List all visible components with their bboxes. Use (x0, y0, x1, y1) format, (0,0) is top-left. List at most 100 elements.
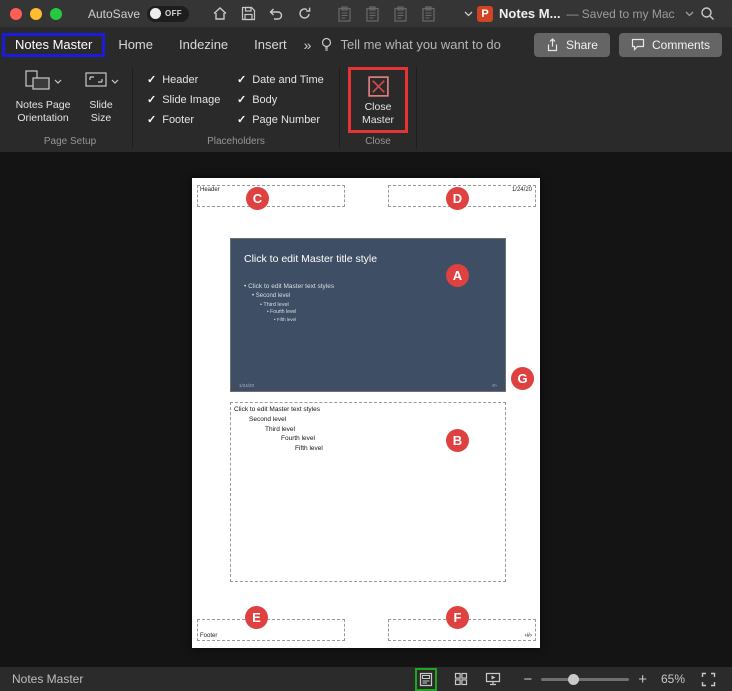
chevron-down-icon (111, 79, 119, 84)
powerpoint-icon: P (477, 6, 493, 22)
slide-bullet-level-5: Fifth level (274, 317, 334, 324)
tabs-right-buttons: Share Comments (534, 33, 722, 57)
tab-indezine[interactable]: Indezine (166, 31, 241, 58)
slide-number: ‹#› (492, 383, 498, 388)
annotation-circle-c: C (246, 187, 269, 210)
fit-to-window-button[interactable] (701, 672, 716, 687)
checkmark-icon: ✓ (147, 93, 156, 106)
checkbox-date-and-time[interactable]: ✓ Date and Time (237, 73, 333, 86)
autosave-toggle-state: OFF (165, 9, 182, 18)
undo-icon (268, 7, 284, 21)
home-button[interactable] (211, 5, 229, 23)
share-button[interactable]: Share (534, 33, 610, 57)
tab-home[interactable]: Home (105, 31, 166, 58)
paste-option-button-3[interactable] (391, 5, 409, 23)
search-button[interactable] (699, 5, 717, 23)
checkbox-footer[interactable]: ✓ Footer (147, 113, 237, 126)
page-number-text: ‹#› (525, 633, 532, 639)
autosave-label: AutoSave (88, 7, 140, 21)
tab-insert[interactable]: Insert (241, 31, 300, 58)
undo-button[interactable] (267, 5, 285, 23)
redo-button[interactable] (295, 5, 313, 23)
save-button[interactable] (239, 5, 257, 23)
minimize-window-button[interactable] (30, 8, 42, 20)
annotation-circle-a: A (446, 264, 469, 287)
checkbox-footer-label: Footer (162, 114, 194, 126)
quick-access-toolbar (211, 5, 477, 23)
ribbon: Notes Page Orientation Slide Size Page S… (0, 62, 732, 152)
comments-button[interactable]: Comments (619, 33, 722, 57)
checkbox-body[interactable]: ✓ Body (237, 93, 333, 106)
group-label-placeholders: Placeholders (133, 136, 339, 152)
tabs-overflow-chevron[interactable]: » (304, 37, 312, 53)
zoom-out-button[interactable]: − (523, 672, 532, 687)
slide-bullet-level-4: Fourth level (267, 309, 334, 317)
zoom-percentage[interactable]: 65% (661, 672, 685, 686)
slide-bullet-level-2: Second level (252, 292, 334, 301)
slide-sorter-view-button[interactable] (454, 672, 468, 686)
tell-me-label: Tell me what you want to do (340, 37, 500, 52)
group-placeholders: ✓ Header ✓ Slide Image ✓ Footer ✓ Date a… (133, 66, 339, 152)
zoom-in-button[interactable]: + (638, 672, 647, 687)
notes-page-view-button[interactable] (419, 672, 433, 687)
checkbox-date-and-time-label: Date and Time (252, 74, 324, 86)
lightbulb-icon (320, 37, 333, 52)
body-placeholder[interactable]: Click to edit Master text styles Second … (230, 402, 506, 582)
titlebar: AutoSave OFF (0, 0, 732, 27)
footer-text: Footer (200, 633, 217, 639)
slide-footer-date: 1/24/20 (239, 383, 254, 388)
tell-me-box[interactable]: Tell me what you want to do (320, 37, 500, 52)
share-label: Share (566, 38, 598, 52)
checkmark-icon: ✓ (147, 113, 156, 126)
checkbox-slide-image[interactable]: ✓ Slide Image (147, 93, 237, 106)
ribbon-tab-bar: Notes Master Home Indezine Insert » Tell… (0, 27, 732, 62)
zoom-window-button[interactable] (50, 8, 62, 20)
checkmark-icon: ✓ (147, 73, 156, 86)
titlebar-right-controls (699, 5, 732, 23)
slide-bullet-level-3: Third level (260, 301, 334, 309)
statusbar-view-label: Notes Master (12, 672, 83, 686)
close-master-button[interactable]: Close Master (354, 71, 402, 129)
zoom-controls: − + 65% (523, 672, 716, 687)
annotation-circle-e: E (245, 606, 268, 629)
paste-option-button-4[interactable] (419, 5, 437, 23)
saved-status-menu-button[interactable] (681, 5, 699, 23)
notes-page: Header 1/24/20 Click to edit Master titl… (192, 178, 540, 648)
zoom-slider-track (541, 678, 629, 681)
autosave-toggle[interactable]: OFF (147, 6, 189, 22)
close-window-button[interactable] (10, 8, 22, 20)
checkbox-header[interactable]: ✓ Header (147, 73, 237, 86)
zoom-slider[interactable] (541, 673, 629, 686)
autosave-toggle-knob (150, 8, 161, 19)
orientation-label: Notes Page Orientation (10, 99, 76, 124)
footer-placeholder[interactable]: Footer (197, 619, 345, 641)
slide-image-placeholder[interactable]: Click to edit Master title style Click t… (230, 238, 506, 392)
paste-option-button-2[interactable] (363, 5, 381, 23)
checkbox-header-label: Header (162, 74, 198, 86)
body-text-level-1: Click to edit Master text styles (234, 405, 502, 415)
header-text: Header (200, 187, 220, 193)
zoom-slider-thumb[interactable] (568, 674, 579, 685)
document-title: Notes M... (499, 6, 560, 21)
tab-notes-master[interactable]: Notes Master (5, 32, 102, 57)
slide-size-button[interactable]: Slide Size (78, 66, 124, 127)
ribbon-separator (416, 68, 417, 148)
annotation-green-box (415, 668, 437, 691)
header-placeholder[interactable]: Header (197, 185, 345, 207)
slide-sorter-icon (454, 672, 468, 686)
slideshow-view-button[interactable] (485, 672, 501, 686)
paste-option-button-1[interactable] (335, 5, 353, 23)
save-icon (241, 6, 256, 21)
toolbar-overflow-button[interactable] (459, 5, 477, 23)
statusbar: Notes Master − + 65% (0, 666, 732, 691)
close-master-label: Close Master (356, 101, 400, 126)
annotation-circle-f: F (446, 606, 469, 629)
checkbox-page-number[interactable]: ✓ Page Number (237, 113, 333, 126)
clipboard-icon (337, 6, 352, 22)
clipboard-icon (393, 6, 408, 22)
share-icon (546, 38, 559, 52)
annotation-blue-box: Notes Master (2, 33, 105, 57)
redo-icon (297, 6, 312, 21)
notes-page-orientation-button[interactable]: Notes Page Orientation (8, 66, 78, 127)
annotation-red-box: Close Master (348, 67, 408, 133)
